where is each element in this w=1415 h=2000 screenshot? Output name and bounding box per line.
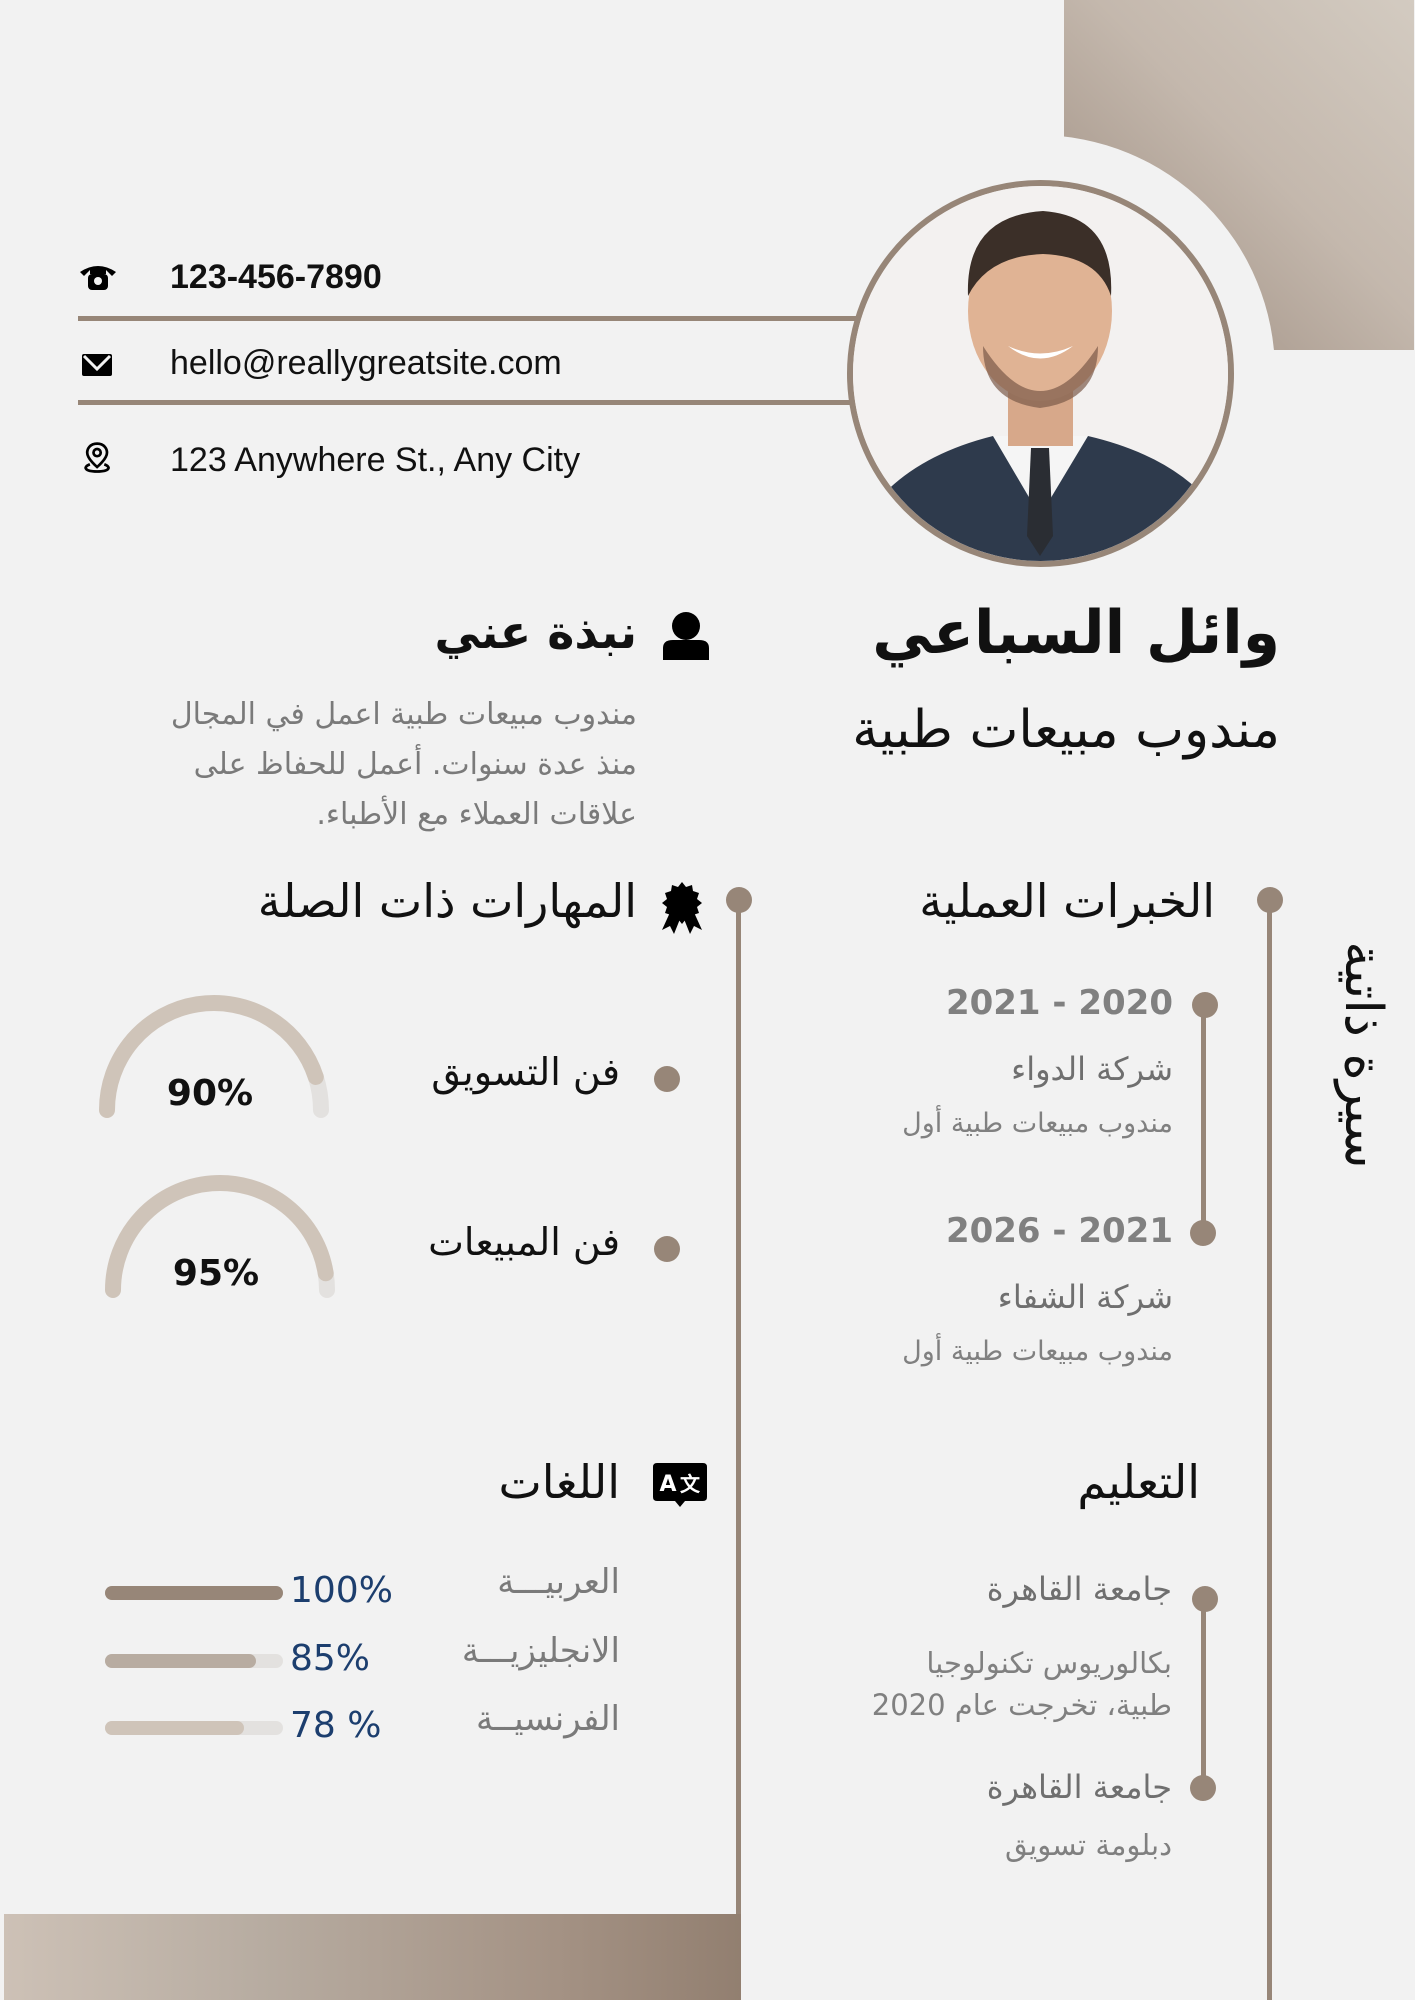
education-detail-line: دبلومة تسويق (1004, 1828, 1172, 1862)
language-bar (105, 1721, 283, 1735)
experience-company: شركة الشفاء (997, 1278, 1173, 1316)
skill-name: فن المبيعات (428, 1220, 620, 1264)
job-title: مندوب مبيعات طبية (852, 700, 1280, 760)
person-name: وائل السباعي (872, 598, 1280, 668)
experience-line (1201, 1005, 1206, 1233)
language-name: العربيـــة (497, 1562, 620, 1602)
language-percent: 78 % (290, 1705, 382, 1746)
experience-period: 2021 - 2020 (945, 983, 1173, 1023)
language-bar (105, 1586, 283, 1600)
language-percent: 100% (290, 1570, 393, 1611)
language-percent: 85% (290, 1638, 371, 1679)
education-line (1201, 1598, 1206, 1788)
skill-bullet (654, 1236, 680, 1262)
person-photo-illustration (853, 186, 1228, 561)
experience-dot (1190, 1220, 1216, 1246)
skill-gauges: 90% 95% (99, 995, 335, 1298)
language-name: الانجليزيـــة (461, 1631, 620, 1671)
experience-period: 2026 - 2021 (945, 1211, 1173, 1251)
language-bar (105, 1654, 283, 1668)
language-bar-fill (105, 1586, 283, 1600)
language-name: الفرنسيــة (476, 1699, 620, 1739)
translate-icon: A 文 (653, 1463, 707, 1507)
languages-heading: اللغات (498, 1455, 620, 1509)
education-detail-line: طبية، تخرجت عام 2020 (871, 1688, 1172, 1722)
bottom-left-decorative-block (4, 1914, 741, 2000)
cv-vertical-label: سيرة ذاتية (1333, 941, 1393, 1169)
education-school: جامعة القاهرة (986, 1768, 1172, 1806)
language-bar-fill (105, 1654, 257, 1668)
user-icon (663, 612, 709, 660)
experience-company: شركة الدواء (1011, 1050, 1173, 1088)
svg-text:A: A (659, 1472, 676, 1497)
language-bar-fill (105, 1721, 244, 1735)
education-heading: التعليم (1077, 1455, 1200, 1509)
education-dot (1190, 1775, 1216, 1801)
experience-role: مندوب مبيعات طبية أول (902, 1108, 1173, 1139)
skill-bullet (654, 1066, 680, 1092)
profile-photo (847, 180, 1234, 567)
middle-timeline-line (736, 900, 741, 1914)
education-details: بكالوريوس تكنولوجيا طبية، تخرجت عام 2020 (872, 1642, 1172, 1726)
skill-gauge-label: 95% (173, 1253, 259, 1294)
skill-name: فن التسويق (431, 1050, 620, 1094)
svg-text:文: 文 (680, 1472, 701, 1496)
education-detail-line: بكالوريوس تكنولوجيا (926, 1646, 1172, 1680)
about-heading: نبذة عني (434, 605, 637, 659)
main-timeline-line (1267, 900, 1272, 2000)
education-school: جامعة القاهرة (986, 1570, 1172, 1608)
award-icon (662, 882, 702, 934)
skill-gauge-label: 90% (167, 1073, 253, 1114)
experience-role: مندوب مبيعات طبية أول (902, 1336, 1173, 1367)
experience-heading: الخبرات العملية (919, 874, 1215, 928)
